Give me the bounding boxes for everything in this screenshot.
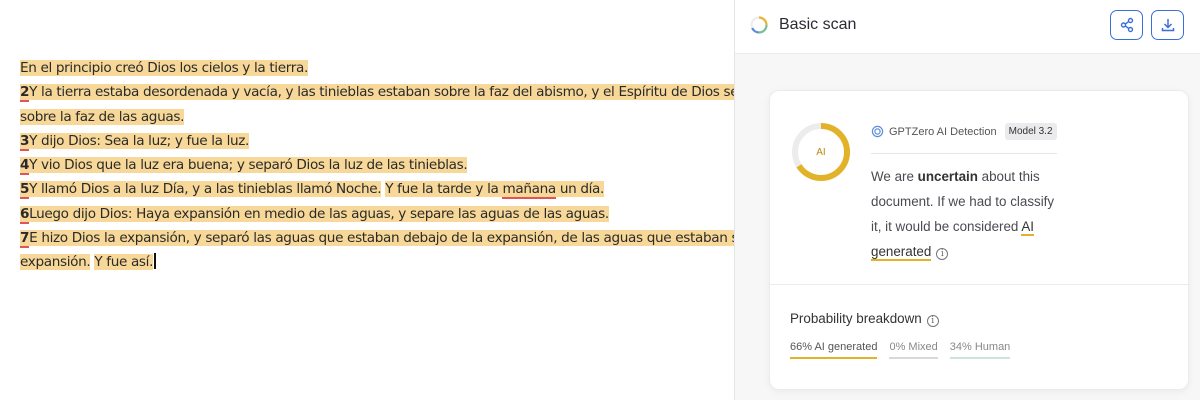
divider (871, 153, 1057, 154)
text-line: En el principio creó Dios los cielos y l… (20, 56, 714, 80)
results-panel: Basic scan AI GPTZero AI Detection Model… (734, 0, 1200, 400)
text-segment: Y fue así. (94, 254, 154, 271)
text-segment: E hizo Dios la expansión, y separó las a… (29, 230, 783, 247)
detection-label: GPTZero AI Detection (889, 125, 997, 138)
text-line: 2Y la tierra estaba desordenada y vacía,… (20, 80, 783, 104)
download-icon (1161, 19, 1174, 32)
text-editor[interactable]: En el principio creó Dios los cielos y l… (0, 0, 783, 400)
text-line: 5Y llamó Dios a la luz Día, y a las tini… (20, 177, 714, 201)
text-segment: Y fue la tarde y la (385, 181, 503, 198)
text-line: 7E hizo Dios la expansión, y separó las … (20, 226, 783, 250)
text-segment: un día. (555, 181, 604, 198)
text-segment: mañana (502, 181, 556, 200)
model-badge[interactable]: Model 3.2 (1004, 123, 1057, 140)
loading-ring-icon (750, 16, 768, 34)
text-line: 4Y vio Dios que la luz era buena; y sepa… (20, 153, 714, 177)
text-segment: expansión. (20, 254, 91, 271)
probability-breakdown: 66% AI generated 0% Mixed 34% Human (790, 341, 1022, 359)
text-caret (154, 253, 157, 270)
verse-number: 5 (20, 181, 30, 200)
probability-mixed[interactable]: 0% Mixed (889, 341, 938, 359)
verse-number: 3 (20, 132, 30, 151)
verdict-text: We are uncertain about this document. If… (871, 164, 1067, 264)
share-icon (1120, 17, 1133, 33)
verdict-uncertain: uncertain (917, 169, 978, 184)
probability-title: Probability breakdown i (790, 311, 939, 327)
text-segment: Y dijo Dios: Sea la luz; y fue la luz. (29, 132, 250, 149)
info-icon[interactable]: i (926, 315, 939, 327)
verse-number: 2 (20, 84, 30, 103)
panel-title: Basic scan (779, 16, 857, 33)
text-segment: Luego dijo Dios: Haya expansión en medio… (29, 205, 609, 222)
text-line: 6Luego dijo Dios: Haya expansión en medi… (20, 202, 714, 226)
text-line: expansión. Y fue así. (20, 250, 714, 274)
verdict-part: We are (871, 169, 918, 184)
download-button[interactable] (1151, 10, 1184, 40)
detection-card: AI GPTZero AI Detection Model 3.2 We are… (769, 90, 1190, 390)
verse-number: 6 (20, 205, 30, 224)
probability-title-text: Probability breakdown (790, 311, 922, 326)
info-icon[interactable]: i (936, 248, 949, 260)
detection-header: GPTZero AI Detection Model 3.2 (871, 123, 1057, 140)
text-segment: En el principio creó Dios los cielos y l… (20, 60, 308, 76)
share-button[interactable] (1110, 10, 1143, 40)
text-segment: sobre la faz de las aguas. (20, 108, 185, 125)
text-line: 3Y dijo Dios: Sea la luz; y fue la luz. (20, 129, 714, 153)
gptzero-logo-icon (871, 125, 884, 138)
editor-content[interactable]: En el principio creó Dios los cielos y l… (20, 56, 783, 275)
divider (770, 284, 1190, 285)
text-segment: Y la tierra estaba desordenada y vacía, … (29, 84, 783, 101)
text-line: sobre la faz de las aguas. (20, 105, 714, 129)
panel-header: Basic scan (735, 0, 1200, 54)
donut-label: AI (816, 146, 826, 158)
text-segment: Y llamó Dios a la luz Día, y a las tinie… (29, 181, 382, 198)
text-segment: Y vio Dios que la luz era buena; y separ… (29, 157, 468, 174)
probability-ai[interactable]: 66% AI generated (790, 341, 878, 359)
verse-number: 4 (20, 157, 30, 176)
probability-human[interactable]: 34% Human (949, 341, 1011, 359)
verse-number: 7 (20, 230, 30, 249)
